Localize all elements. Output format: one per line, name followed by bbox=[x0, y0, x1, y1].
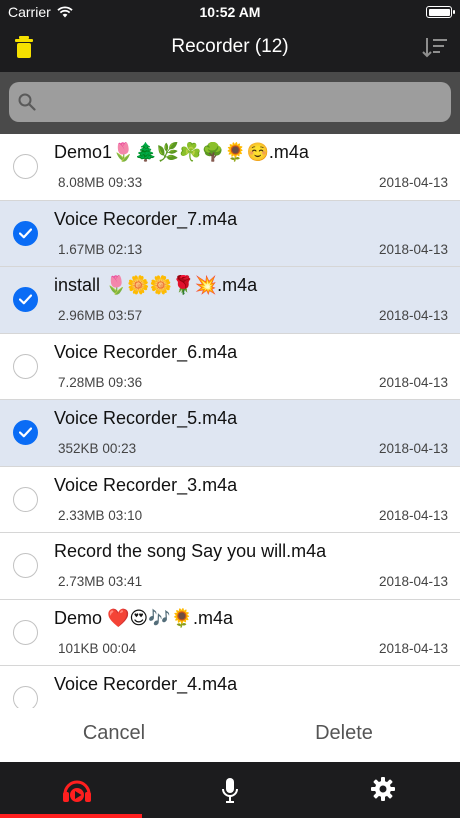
active-tab-indicator bbox=[0, 814, 142, 818]
search-input[interactable] bbox=[43, 82, 443, 122]
recording-duration: 00:04 bbox=[102, 640, 137, 656]
tab-recorder[interactable] bbox=[153, 762, 306, 818]
recording-name: Voice Recorder_6.m4a bbox=[54, 341, 238, 362]
battery-icon bbox=[426, 6, 455, 18]
search-icon bbox=[18, 93, 36, 111]
recording-meta: 8.08MB 09:33 bbox=[58, 175, 142, 190]
cancel-button[interactable]: Cancel bbox=[24, 722, 204, 745]
recording-size: 7.28MB bbox=[58, 374, 105, 390]
selection-checkbox[interactable] bbox=[13, 220, 38, 246]
recording-row[interactable]: Voice Recorder_6.m4a 7.28MB 09:36 2018-04-… bbox=[0, 333, 460, 400]
recording-meta: 352KB 00:23 bbox=[58, 441, 136, 456]
selection-checkbox[interactable] bbox=[13, 420, 38, 445]
recording-row[interactable]: Demo1🌷🌲🌿☘️🌳🌻☺️.m4a 8.08MB 09:33 2018-04-13 bbox=[0, 134, 460, 201]
recording-name: Demo ❤️😍🎶🌻.m4a bbox=[54, 607, 234, 628]
recording-duration: 02:13 bbox=[108, 241, 143, 257]
selection-checkbox[interactable] bbox=[13, 553, 38, 578]
recording-date: 2018-04-13 bbox=[378, 374, 448, 390]
recording-duration: 03:10 bbox=[108, 507, 143, 523]
recording-name: Voice Recorder_5.m4a bbox=[54, 408, 238, 428]
status-bar: Carrier 10:52 AM bbox=[0, 0, 460, 24]
recording-row[interactable]: Demo ❤️😍🎶🌻.m4a 101KB 00:04 2018-04-13 bbox=[0, 599, 460, 666]
recording-duration: 03:41 bbox=[108, 574, 143, 589]
selection-checkbox[interactable] bbox=[13, 154, 38, 179]
tab-player[interactable] bbox=[0, 762, 153, 818]
recording-name: Voice Recorder_3.m4a bbox=[54, 474, 238, 495]
recording-row[interactable]: Voice Recorder_5.m4a 352KB 00:23 2018-04-1… bbox=[0, 400, 460, 467]
recording-name: Voice Recorder_4.m4a bbox=[54, 674, 238, 694]
recording-size: 2.73MB bbox=[58, 574, 105, 589]
recording-date: 2018-04-13 bbox=[378, 507, 448, 523]
recording-meta: 7.28MB 09:36 bbox=[58, 375, 142, 390]
recording-meta: 1.67MB 02:13 bbox=[58, 242, 142, 257]
recording-date: 2018-04-13 bbox=[378, 175, 448, 190]
headphones-play-icon bbox=[62, 780, 91, 802]
recording-name: Record the song Say you will.m4a bbox=[54, 541, 327, 561]
recording-duration: 03:57 bbox=[108, 308, 143, 323]
navigation-bar: Recorder (12) bbox=[0, 24, 460, 72]
recording-duration: 09:36 bbox=[108, 374, 143, 390]
checkmark-icon bbox=[19, 227, 32, 238]
recording-meta: 101KB 00:04 bbox=[58, 641, 136, 656]
edit-action-bar: Cancel Delete bbox=[0, 708, 460, 762]
checkmark-icon bbox=[19, 427, 32, 438]
search-area bbox=[0, 72, 460, 134]
recording-date: 2018-04-13 bbox=[378, 241, 448, 257]
recording-date: 2018-04-13 bbox=[378, 574, 448, 589]
recording-list: Demo1🌷🌲🌿☘️🌳🌻☺️.m4a 8.08MB 09:33 2018-04-13… bbox=[0, 134, 460, 708]
recording-row[interactable]: Voice Recorder_7.m4a 1.67MB 02:13 2018-04-… bbox=[0, 200, 460, 267]
recording-meta: 2.33MB 03:10 bbox=[58, 508, 142, 523]
sort-icon[interactable] bbox=[422, 36, 448, 58]
recording-size: 8.08MB bbox=[58, 175, 105, 190]
recording-name: install 🌷🌼🌼🌹💥.m4a bbox=[54, 275, 258, 295]
recording-row[interactable]: Voice Recorder_3.m4a 2.33MB 03:10 2018-04-… bbox=[0, 466, 460, 533]
selection-checkbox[interactable] bbox=[13, 686, 38, 708]
search-field[interactable] bbox=[9, 82, 451, 122]
recording-meta: 2.73MB 03:41 bbox=[58, 574, 142, 589]
recording-date: 2018-04-13 bbox=[378, 640, 448, 656]
gear-icon bbox=[370, 777, 395, 801]
selection-checkbox[interactable] bbox=[13, 486, 38, 512]
recording-name: Demo1🌷🌲🌿☘️🌳🌻☺️.m4a bbox=[54, 142, 309, 162]
recording-size: 2.33MB bbox=[58, 507, 105, 523]
page-title: Recorder (12) bbox=[171, 36, 289, 57]
selection-checkbox[interactable] bbox=[13, 619, 38, 645]
recording-name: Voice Recorder_7.m4a bbox=[54, 208, 238, 229]
recording-size: 101KB bbox=[58, 640, 99, 656]
recording-row[interactable]: install 🌷🌼🌼🌹💥.m4a 2.96MB 03:57 2018-04-13 bbox=[0, 267, 460, 334]
recording-row[interactable]: Voice Recorder_4.m4a bbox=[0, 666, 460, 708]
microphone-icon bbox=[221, 778, 238, 803]
recording-size: 352KB bbox=[58, 441, 99, 456]
recording-size: 2.96MB bbox=[58, 308, 105, 323]
recording-row[interactable]: Record the song Say you will.m4a 2.73MB 0… bbox=[0, 533, 460, 600]
delete-button[interactable]: Delete bbox=[254, 722, 434, 745]
tab-bar bbox=[0, 762, 460, 818]
checkmark-icon bbox=[19, 294, 32, 305]
selection-checkbox[interactable] bbox=[13, 353, 38, 379]
recording-date: 2018-04-13 bbox=[378, 441, 448, 456]
recording-meta: 2.96MB 03:57 bbox=[58, 308, 142, 323]
recording-duration: 00:23 bbox=[102, 441, 137, 456]
recording-duration: 09:33 bbox=[108, 175, 143, 190]
recording-date: 2018-04-13 bbox=[378, 308, 448, 323]
tab-settings[interactable] bbox=[306, 762, 459, 818]
status-time: 10:52 AM bbox=[199, 4, 261, 20]
recording-size: 1.67MB bbox=[58, 241, 105, 257]
selection-checkbox[interactable] bbox=[13, 287, 38, 312]
